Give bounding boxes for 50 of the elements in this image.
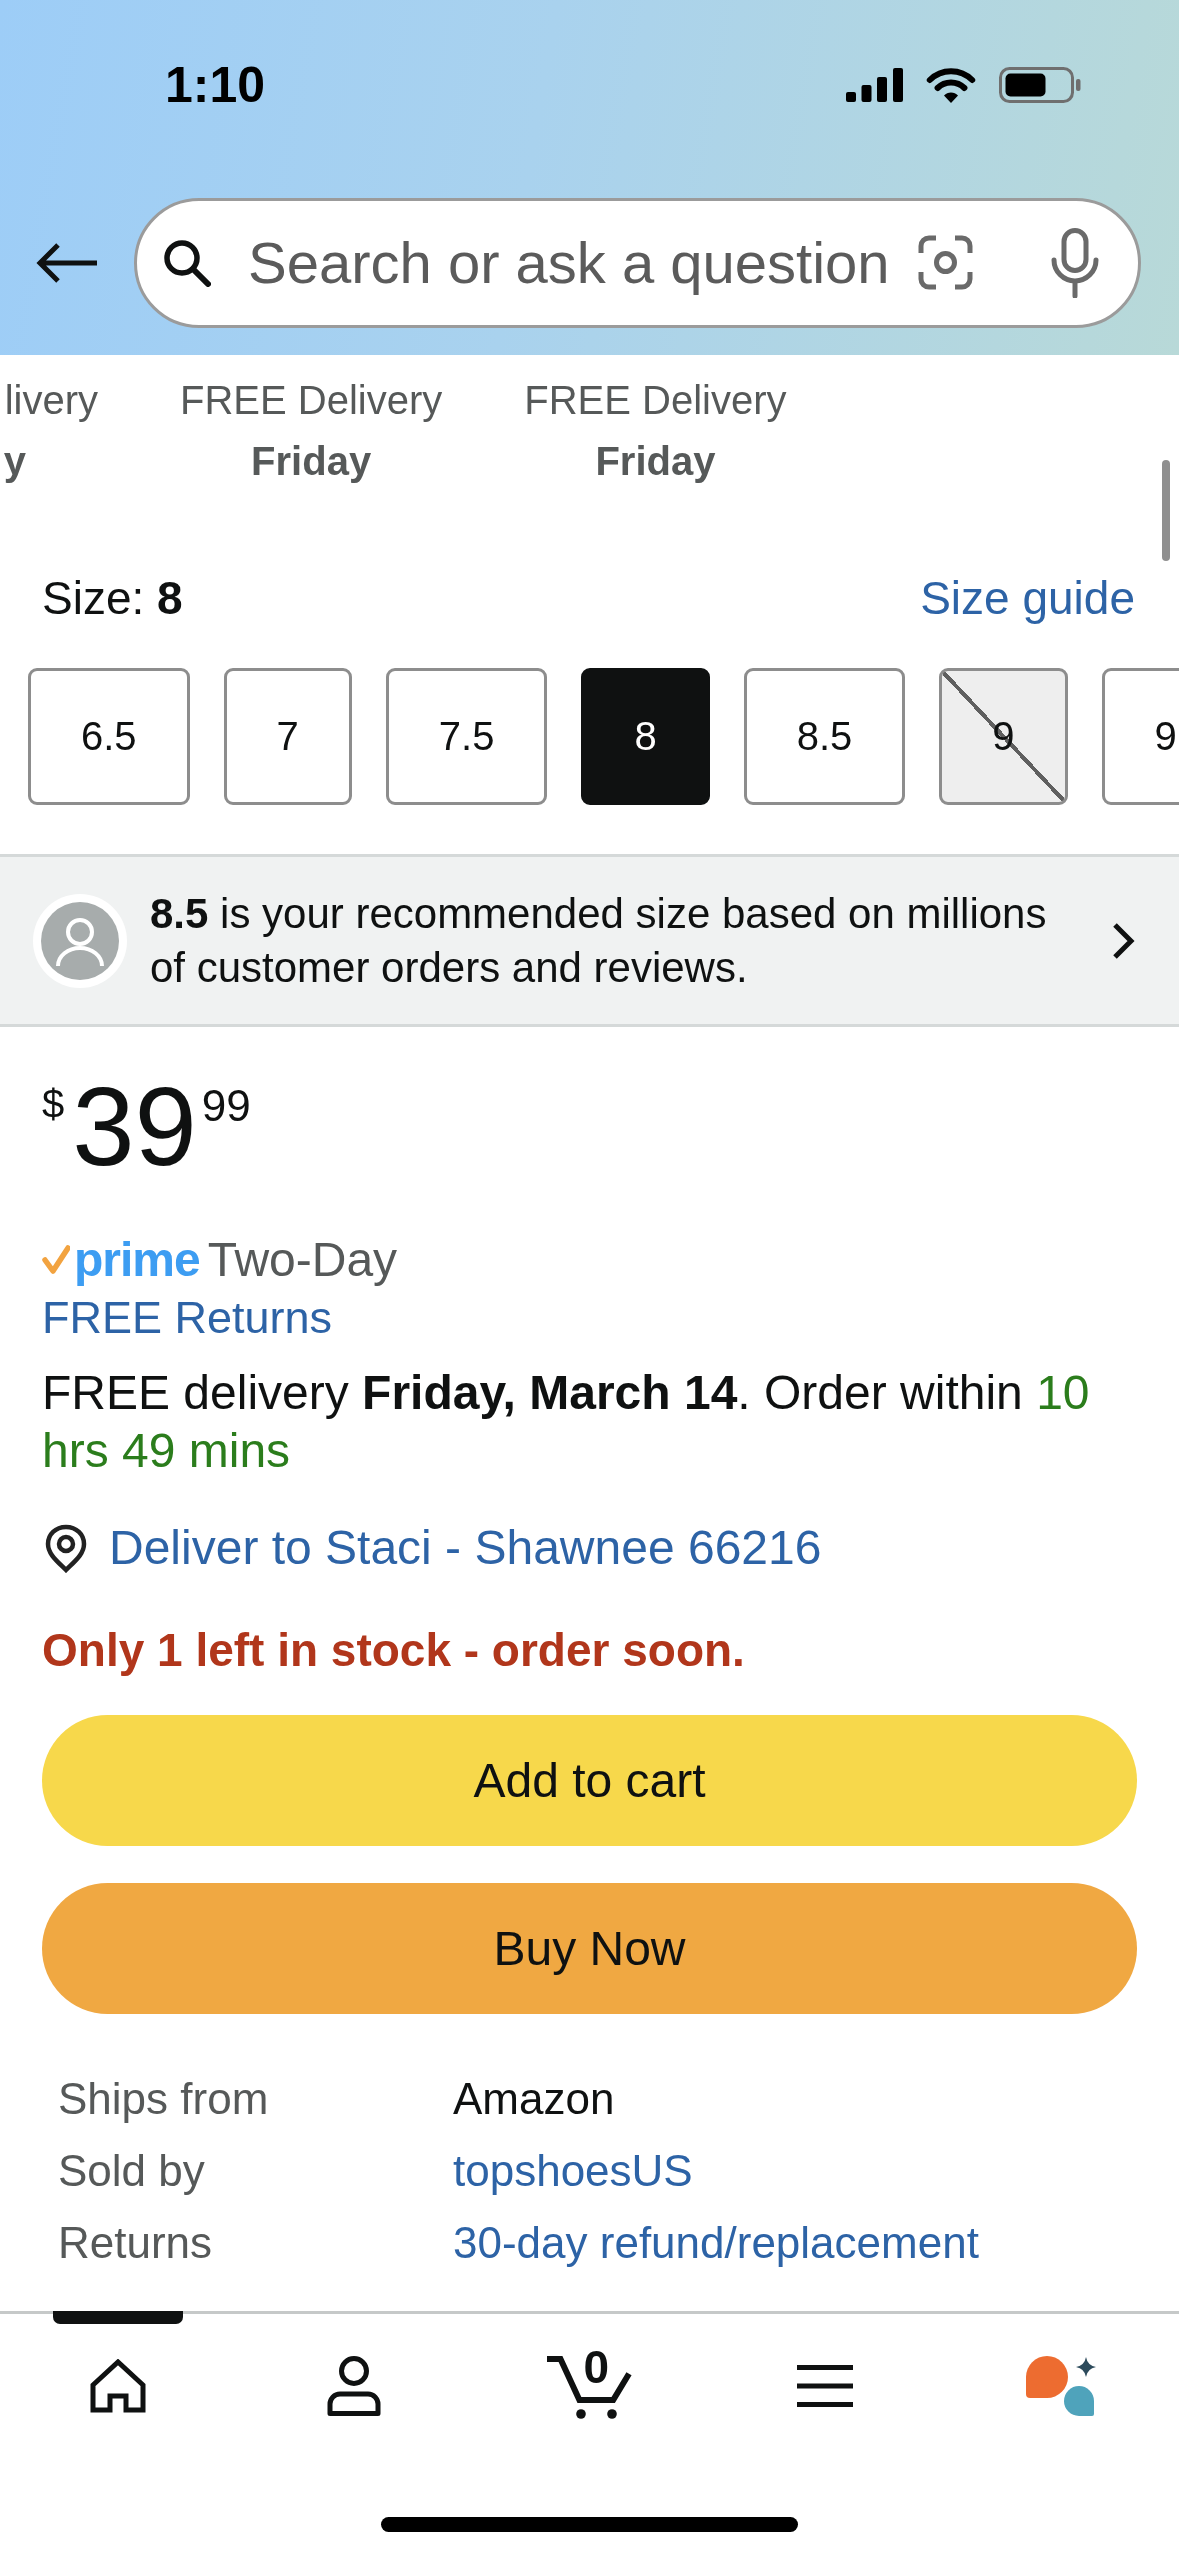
size-option[interactable]: 8.5 xyxy=(743,668,906,805)
delivery-label: FREE Delivery xyxy=(524,377,787,424)
search-input[interactable]: Search or ask a question xyxy=(248,227,906,298)
stock-warning: Only 1 left in stock - order soon. xyxy=(42,1623,745,1678)
location-pin-icon xyxy=(45,1523,87,1573)
camera-scan-icon[interactable] xyxy=(918,235,973,290)
size-option[interactable]: 7.5 xyxy=(385,668,548,805)
detail-link[interactable]: topshoesUS xyxy=(453,2135,693,2207)
cart-button[interactable]: 0 xyxy=(533,2328,646,2444)
home-icon xyxy=(89,2359,146,2413)
recommendation-text: 8.5 is your recommended size based on millions of customer orders and reviews. xyxy=(150,888,1048,993)
size-guide-link[interactable]: Size guide xyxy=(920,570,1135,626)
detail-label: Ships from xyxy=(58,2073,269,2125)
size-label: Size: 8 xyxy=(42,571,183,626)
add-to-cart-button[interactable]: Add to cart xyxy=(42,1715,1137,1846)
buy-now-button[interactable]: Buy Now xyxy=(42,1883,1137,2014)
detail-label: Sold by xyxy=(58,2145,205,2197)
prime-logo-text: prime xyxy=(74,1232,200,1288)
avatar-icon xyxy=(33,893,127,988)
delivery-speed: Two-Day xyxy=(207,1232,398,1288)
delivery-label: livery xyxy=(4,377,98,424)
back-button[interactable] xyxy=(36,241,98,284)
cart-count: 0 xyxy=(583,2344,610,2390)
delivery-day: Friday xyxy=(251,431,372,492)
delivery-label: FREE Delivery xyxy=(180,377,443,424)
detail-link[interactable]: 30-day refund/replacement xyxy=(453,2207,979,2279)
search-field[interactable]: Search or ask a question xyxy=(134,197,1141,328)
delivery-day: Friday xyxy=(595,431,716,492)
size-option[interactable]: 8 xyxy=(581,668,710,805)
person-icon xyxy=(326,2355,381,2417)
status-time: 1:10 xyxy=(165,60,266,110)
microphone-icon[interactable] xyxy=(1050,227,1100,298)
chevron-right-icon xyxy=(1111,920,1135,961)
battery-icon xyxy=(999,67,1081,103)
back-arrow-icon xyxy=(36,241,98,284)
delivery-day: y xyxy=(3,431,26,492)
menu-icon xyxy=(797,2365,854,2407)
delivery-message: FREE delivery Friday, March 14. Order within 10 hrs 49 mins xyxy=(42,1365,1091,1479)
size-option[interactable]: 7 xyxy=(223,668,352,805)
size-option[interactable]: 9 xyxy=(1101,668,1179,805)
free-returns-link[interactable]: FREE Returns xyxy=(42,1289,333,1347)
wifi-icon xyxy=(925,66,977,104)
size-option[interactable]: 6.5 xyxy=(28,668,190,805)
checkmark-icon xyxy=(42,1245,70,1275)
deliver-to-link[interactable]: Deliver to Staci - Shawnee 66216 xyxy=(109,1519,822,1577)
signal-icon xyxy=(846,68,903,102)
size-recommendation-banner[interactable]: 8.5 is your recommended size based on millions of customer orders and reviews. xyxy=(0,854,1179,1027)
detail-label: Returns xyxy=(58,2217,213,2269)
search-icon xyxy=(163,238,211,287)
detail-value: Amazon xyxy=(453,2073,615,2125)
